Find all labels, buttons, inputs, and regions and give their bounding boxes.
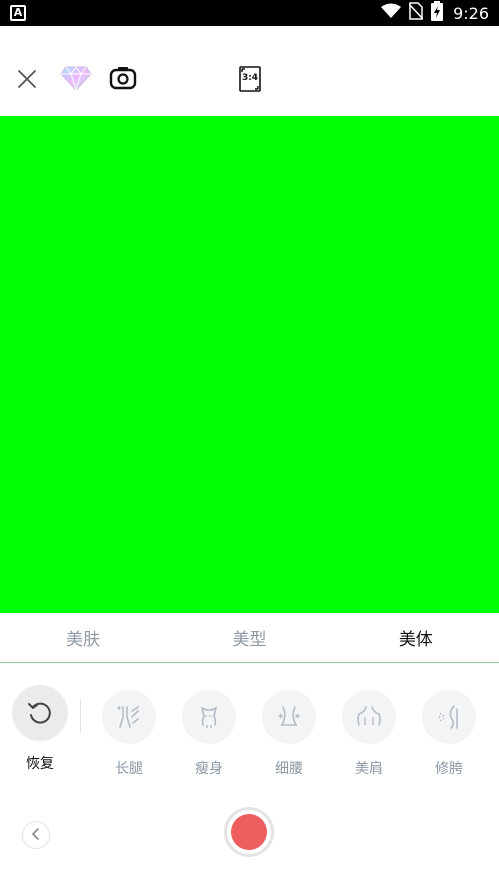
tab-face-shape[interactable]: 美型 [166,613,332,662]
shutter-inner [231,814,267,850]
reset-button[interactable] [12,685,68,741]
hip-icon [422,690,476,744]
app-notification-icon: A [10,5,26,21]
wifi-icon [381,3,402,23]
tab-beauty-skin[interactable]: 美肤 [0,613,166,662]
tool-label: 美肩 [355,761,383,777]
thin-waist-icon [262,690,316,744]
shoulder-icon [342,690,396,744]
tool-long-legs[interactable]: 长腿 [102,690,156,778]
status-bar: A 9:26 [0,0,499,26]
no-sim-icon [408,2,424,24]
close-icon[interactable] [14,66,40,92]
reset-label: 恢复 [26,756,54,772]
slim-body-icon [182,690,236,744]
tool-label: 长腿 [115,761,143,777]
tab-body[interactable]: 美体 [333,613,499,662]
body-tools: 恢复 长腿 瘦身 细腰 美肩 修胯 [0,664,499,794]
chevron-left-icon [31,826,41,845]
long-legs-icon [102,690,156,744]
battery-charging-icon [431,1,444,25]
beauty-tabs: 美肤 美型 美体 [0,613,499,663]
tool-hip[interactable]: 修胯 [422,690,476,778]
diamond-icon[interactable] [60,64,92,92]
divider [80,700,81,732]
tool-shoulder[interactable]: 美肩 [342,690,396,778]
top-toolbar: 3:4 [0,26,499,116]
camera-switch-icon[interactable] [108,64,138,92]
shutter-button[interactable] [224,807,274,857]
tool-label: 修胯 [435,761,463,777]
tool-label: 细腰 [275,761,303,777]
aspect-ratio-label: 3:4 [241,73,259,83]
aspect-ratio-icon[interactable]: 3:4 [239,66,261,92]
tool-thin-waist[interactable]: 细腰 [262,690,316,778]
status-time: 9:26 [453,3,489,23]
collapse-back-button[interactable] [22,821,50,849]
tool-slim-body[interactable]: 瘦身 [182,690,236,778]
tool-label: 瘦身 [195,761,223,777]
camera-preview[interactable] [0,116,499,613]
